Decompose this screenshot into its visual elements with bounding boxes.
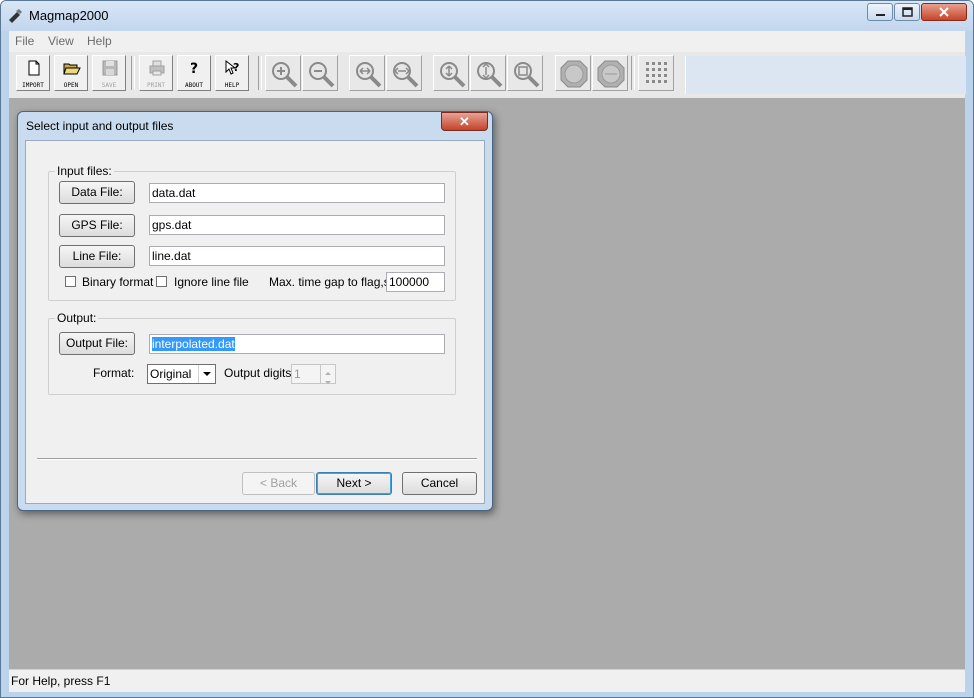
menu-view[interactable]: View [48,34,74,48]
window-frame-right [965,31,973,691]
minimize-icon [876,14,885,16]
about-button[interactable]: ? ABOUT [177,55,211,91]
pan-icon [560,60,588,88]
zoom-in-icon [272,62,298,88]
toolbar-separator [131,56,135,90]
close-icon: ✕ [459,114,470,129]
next-button[interactable]: Next > [316,472,392,495]
max-time-gap-input[interactable]: 100000 [386,272,445,292]
output-file-button[interactable]: Output File: [59,332,135,355]
zoom-extent-icon [514,62,540,88]
output-file-input[interactable]: interpolated.dat [149,334,445,354]
zoom-in-button[interactable] [265,55,301,91]
zoom-out-button[interactable] [302,55,338,91]
select-files-dialog: Select input and output files ✕ Input fi… [17,111,493,511]
chevron-down-icon [198,365,215,383]
title-bar: Magmap2000 [1,1,973,31]
import-button[interactable]: IMPORT [16,55,50,91]
help-button[interactable]: ? HELP [215,55,249,91]
zoom-vertical-in-icon [440,62,466,88]
status-bar: For Help, press F1 [9,669,965,692]
open-button[interactable]: OPEN [54,55,88,91]
import-label: IMPORT [22,82,44,89]
spin-down-icon[interactable] [320,374,335,384]
dialog-divider [37,458,477,460]
line-file-button[interactable]: Line File: [59,245,135,268]
gps-file-button[interactable]: GPS File: [59,214,135,237]
zoom-out-x-button[interactable] [386,55,422,91]
output-group: Output: [48,311,456,395]
dialog-close-button[interactable]: ✕ [441,112,488,131]
zoom-in-x-button[interactable] [349,55,385,91]
pan-button[interactable] [555,55,591,91]
help-label: HELP [224,82,240,89]
rotate-icon [597,60,625,88]
menu-file[interactable]: File [15,34,34,48]
grid-dots-icon [646,62,667,83]
printer-icon [149,60,165,76]
data-file-button[interactable]: Data File: [59,181,135,204]
output-label: Output: [55,311,99,325]
toolbar-separator [258,56,262,90]
status-text: For Help, press F1 [11,674,111,688]
dialog-title: Select input and output files [26,119,174,133]
save-disk-icon [102,60,118,76]
rotate-button[interactable] [592,55,628,91]
maximize-button[interactable] [894,3,920,21]
save-button[interactable]: SAVE [92,55,126,91]
output-digits-spinner[interactable]: 1 [291,364,336,384]
spin-up-icon[interactable] [320,365,335,375]
app-icon [9,9,22,23]
format-label: Format: [93,366,135,380]
zoom-horizontal-in-icon [356,62,382,88]
menu-help[interactable]: Help [87,34,112,48]
save-label: SAVE [101,82,117,89]
input-files-label: Input files: [55,164,114,178]
max-time-gap-label: Max. time gap to flag,s: [269,275,394,289]
binary-format-checkbox[interactable] [65,276,76,287]
open-label: OPEN [63,82,79,89]
app-window: Magmap2000 File View Help IMPORT OPEN SA… [0,0,974,698]
zoom-vertical-out-icon [477,62,503,88]
maximize-icon [902,7,913,17]
minimize-button[interactable] [867,3,893,21]
output-digits-label: Output digits: [224,366,295,380]
zoom-horizontal-out-icon [393,62,419,88]
window-title: Magmap2000 [29,8,109,23]
print-label: PRINT [146,82,166,89]
close-icon [939,7,949,17]
svg-text:?: ? [190,61,198,77]
dialog-body: Input files: Data File: data.dat GPS Fil… [25,140,485,504]
format-value: Original [150,367,192,381]
about-label: ABOUT [184,82,204,89]
open-folder-icon [63,63,81,75]
ignore-line-file-label: Ignore line file [174,275,249,289]
zoom-out-icon [309,62,335,88]
close-button[interactable] [921,3,967,21]
output-file-selected-text: interpolated.dat [152,337,235,351]
data-file-input[interactable]: data.dat [149,183,445,203]
ignore-line-file-checkbox[interactable] [156,276,167,287]
line-file-input[interactable]: line.dat [149,246,445,266]
context-help-icon: ? [225,59,239,75]
svg-text:?: ? [233,61,239,74]
zoom-extent-button[interactable] [507,55,543,91]
binary-format-label: Binary format [82,275,154,289]
gps-file-input[interactable]: gps.dat [149,215,445,235]
toolbar-empty-area [685,56,966,94]
output-digits-value: 1 [294,367,301,381]
zoom-in-y-button[interactable] [433,55,469,91]
toolbar: IMPORT OPEN SAVE PRINT ? ABOUT ? HELP [9,52,966,98]
cancel-button[interactable]: Cancel [402,472,477,495]
back-button[interactable]: < Back [242,472,315,495]
new-document-icon [28,60,40,76]
zoom-out-y-button[interactable] [470,55,506,91]
toolbar-separator [631,56,635,90]
format-dropdown[interactable]: Original [147,364,216,384]
menu-bar: File View Help [9,31,965,53]
grid-button[interactable] [638,55,674,91]
question-mark-icon: ? [190,61,198,77]
print-button[interactable]: PRINT [139,55,173,91]
